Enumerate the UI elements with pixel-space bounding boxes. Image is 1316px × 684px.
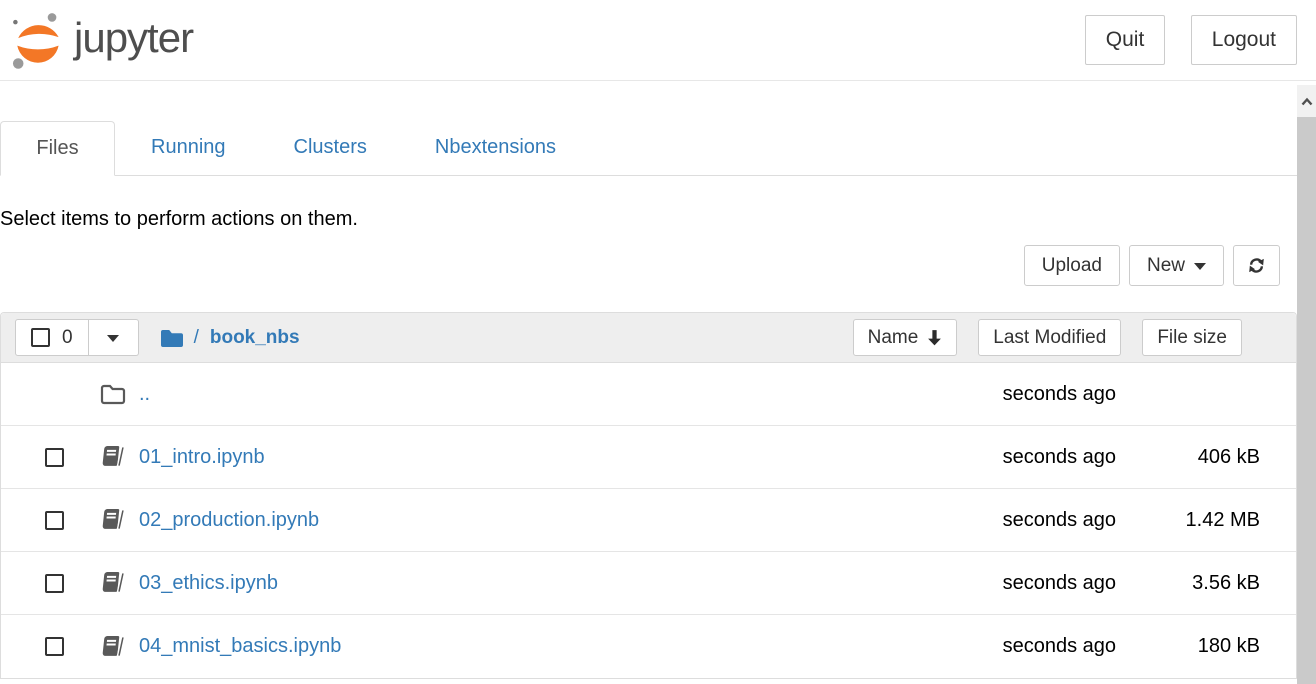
breadcrumb: / book_nbs bbox=[160, 327, 300, 349]
row-checkbox[interactable] bbox=[45, 511, 64, 530]
jupyter-logo-text: jupyter bbox=[74, 14, 193, 62]
sort-file-size-button[interactable]: File size bbox=[1142, 319, 1242, 356]
row-checkbox[interactable] bbox=[45, 574, 64, 593]
file-link[interactable]: .. bbox=[139, 383, 150, 406]
caret-down-icon bbox=[1194, 263, 1206, 270]
row-checkbox[interactable] bbox=[45, 637, 64, 656]
notebook-list: 0 / book_nbs Name bbox=[0, 312, 1297, 679]
notebook-icon bbox=[99, 445, 129, 469]
notebook-icon bbox=[99, 571, 129, 595]
refresh-button[interactable] bbox=[1233, 245, 1280, 286]
list-header-row: 0 / book_nbs Name bbox=[1, 313, 1296, 363]
scroll-up-button[interactable] bbox=[1297, 85, 1316, 117]
session-buttons: Quit Logout bbox=[1064, 15, 1297, 65]
main-content: Files Running Clusters Nbextensions Sele… bbox=[0, 121, 1297, 679]
select-all-button[interactable]: 0 bbox=[15, 319, 89, 356]
notebook-icon bbox=[99, 508, 129, 532]
tab-clusters[interactable]: Clusters bbox=[272, 121, 389, 176]
sort-name-label: Name bbox=[868, 327, 919, 349]
arrow-down-icon bbox=[927, 329, 942, 346]
modified-label: seconds ago bbox=[926, 383, 1116, 406]
quit-button[interactable]: Quit bbox=[1085, 15, 1166, 65]
scrollbar-thumb[interactable] bbox=[1297, 117, 1316, 684]
modified-label: seconds ago bbox=[926, 572, 1116, 595]
modified-label: seconds ago bbox=[926, 635, 1116, 658]
chevron-up-icon bbox=[1301, 97, 1313, 106]
table-row: 02_production.ipynb seconds ago 1.42 MB bbox=[1, 489, 1296, 552]
modified-label: seconds ago bbox=[926, 446, 1116, 469]
file-link[interactable]: 04_mnist_basics.ipynb bbox=[139, 635, 341, 658]
size-label: 1.42 MB bbox=[1116, 509, 1296, 532]
select-all-checkbox[interactable] bbox=[31, 328, 50, 347]
tab-bar: Files Running Clusters Nbextensions bbox=[0, 121, 1297, 176]
scrollbar[interactable] bbox=[1297, 85, 1316, 684]
sort-name-button[interactable]: Name bbox=[853, 319, 958, 356]
size-label: 406 kB bbox=[1116, 446, 1296, 469]
size-label: 3.56 kB bbox=[1116, 572, 1296, 595]
file-link[interactable]: 01_intro.ipynb bbox=[139, 446, 265, 469]
tab-running[interactable]: Running bbox=[129, 121, 248, 176]
file-link[interactable]: 02_production.ipynb bbox=[139, 509, 319, 532]
app-header: jupyter Quit Logout bbox=[0, 0, 1316, 81]
file-link[interactable]: 03_ethics.ipynb bbox=[139, 572, 278, 595]
modified-label: seconds ago bbox=[926, 509, 1116, 532]
select-items-message: Select items to perform actions on them. bbox=[0, 208, 1297, 231]
list-toolbar: Upload New bbox=[0, 245, 1297, 286]
size-label: 180 kB bbox=[1116, 635, 1296, 658]
notebook-icon bbox=[99, 635, 129, 659]
table-row: 01_intro.ipynb seconds ago 406 kB bbox=[1, 426, 1296, 489]
folder-open-icon bbox=[100, 383, 127, 405]
jupyter-logo-icon bbox=[6, 5, 68, 75]
upload-button[interactable]: Upload bbox=[1024, 245, 1120, 286]
breadcrumb-root-link[interactable]: / bbox=[194, 327, 199, 349]
jupyter-logo[interactable]: jupyter bbox=[6, 5, 193, 75]
table-row: 04_mnist_basics.ipynb seconds ago 180 kB bbox=[1, 615, 1296, 678]
folder-icon[interactable] bbox=[160, 328, 184, 348]
select-dropdown-button[interactable] bbox=[89, 319, 139, 356]
sort-buttons: Name Last Modified File size bbox=[832, 319, 1242, 356]
logout-button[interactable]: Logout bbox=[1191, 15, 1297, 65]
tab-nbextensions[interactable]: Nbextensions bbox=[413, 121, 578, 176]
new-button-label: New bbox=[1147, 255, 1185, 277]
sort-last-modified-button[interactable]: Last Modified bbox=[978, 319, 1121, 356]
refresh-icon bbox=[1247, 256, 1266, 275]
select-all-group: 0 bbox=[15, 319, 139, 356]
row-checkbox[interactable] bbox=[45, 448, 64, 467]
caret-down-icon bbox=[107, 335, 119, 342]
table-row: 03_ethics.ipynb seconds ago 3.56 kB bbox=[1, 552, 1296, 615]
breadcrumb-current-folder[interactable]: book_nbs bbox=[210, 327, 300, 349]
tab-files[interactable]: Files bbox=[0, 121, 115, 176]
selected-count: 0 bbox=[62, 327, 73, 349]
new-dropdown-button[interactable]: New bbox=[1129, 245, 1224, 286]
table-row-parent: .. seconds ago bbox=[1, 363, 1296, 426]
